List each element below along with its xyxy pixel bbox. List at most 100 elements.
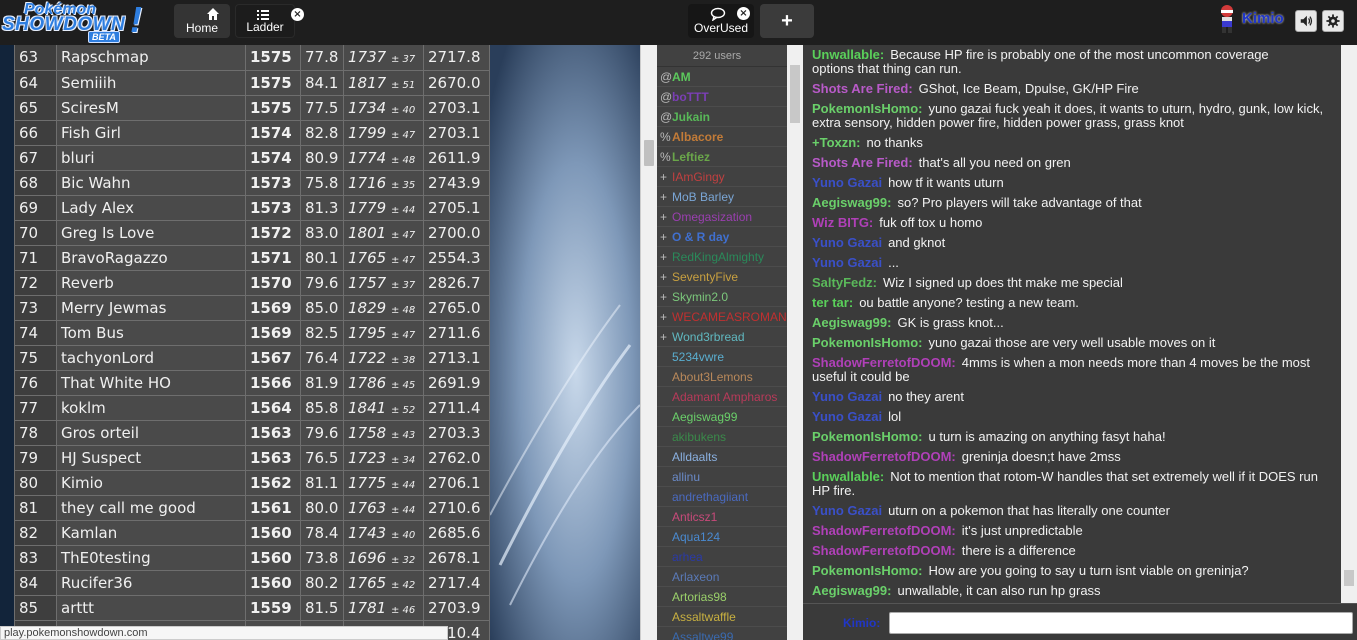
chat-author[interactable]: Yuno Gazai — [812, 175, 882, 190]
tab-overused-room[interactable]: × OverUsed — [688, 4, 754, 38]
user-list-item[interactable]: @Jukain — [657, 107, 787, 127]
user-list-item[interactable]: + O & R day — [657, 227, 787, 247]
glicko-cell: 1799 ± 47 — [343, 119, 424, 146]
user-list-item[interactable]: @boTTT — [657, 87, 787, 107]
user-list-item[interactable]: Assaltwe99 — [657, 627, 787, 640]
chat-author[interactable]: ShadowFerretofDOOM: — [812, 543, 956, 558]
chat-author[interactable]: ShadowFerretofDOOM: — [812, 355, 956, 370]
user-list-item[interactable]: andrethagiiant — [657, 487, 787, 507]
player-name[interactable]: Merry Jewmas — [56, 294, 246, 321]
scroll-thumb[interactable] — [644, 140, 654, 166]
user-list-item[interactable]: arhea — [657, 547, 787, 567]
player-name[interactable]: HJ Suspect — [56, 444, 246, 471]
player-name[interactable]: That White HO — [56, 369, 246, 396]
user-list-item[interactable]: + Skymin2.0 — [657, 287, 787, 307]
chat-author[interactable]: Shots Are Fired: — [812, 81, 913, 96]
user-list-item[interactable]: Aqua124 — [657, 527, 787, 547]
chat-author[interactable]: Yuno Gazai — [812, 255, 882, 270]
chat-scrollbar[interactable] — [1341, 45, 1357, 603]
close-icon[interactable]: × — [737, 7, 750, 20]
chat-input[interactable] — [889, 612, 1353, 634]
scroll-thumb[interactable] — [1344, 570, 1354, 586]
player-name[interactable]: Lady Alex — [56, 194, 246, 221]
chat-author[interactable]: ShadowFerretofDOOM: — [812, 523, 956, 538]
chat-author[interactable]: Yuno Gazai — [812, 389, 882, 404]
chat-author[interactable]: PokemonIsHomo: — [812, 429, 923, 444]
user-list-item[interactable]: %Leftiez — [657, 147, 787, 167]
player-name[interactable]: Greg Is Love — [56, 219, 246, 246]
user-list-item[interactable]: allinu — [657, 467, 787, 487]
chat-author[interactable]: Wiz BITG: — [812, 215, 873, 230]
user-list-item[interactable]: akibukens — [657, 427, 787, 447]
user-list-item[interactable]: + MoB Barley — [657, 187, 787, 207]
user-list-item[interactable]: Alldaalts — [657, 447, 787, 467]
new-tab-button[interactable]: + — [760, 4, 814, 38]
player-name[interactable]: BravoRagazzo — [56, 244, 246, 271]
user-list-item[interactable]: @AM — [657, 67, 787, 87]
player-name[interactable]: SciresM — [56, 94, 246, 121]
chat-author[interactable]: ShadowFerretofDOOM: — [812, 449, 956, 464]
user-list-item[interactable]: + SeventyFive — [657, 267, 787, 287]
user-list-item[interactable]: + Wond3rbread — [657, 327, 787, 347]
tab-ladder[interactable]: × Ladder — [235, 4, 304, 38]
chat-author[interactable]: Yuno Gazai — [812, 409, 882, 424]
user-list-item[interactable]: Adamant Ampharos — [657, 387, 787, 407]
player-name[interactable]: Fish Girl — [56, 119, 246, 146]
user-list-item[interactable]: 5234vwre — [657, 347, 787, 367]
player-name[interactable]: bluri — [56, 144, 246, 171]
user-list-item[interactable]: About3Lemons — [657, 367, 787, 387]
sound-button[interactable] — [1295, 10, 1317, 32]
user-list-item[interactable]: + Omegasization — [657, 207, 787, 227]
chat-author[interactable]: ter tar: — [812, 295, 853, 310]
settings-button[interactable] — [1322, 10, 1344, 32]
pokemon-showdown-logo[interactable]: Pokémon SHOWDOWN BETA ! — [2, 0, 144, 43]
player-name[interactable]: arttt — [56, 594, 246, 621]
chat-author[interactable]: Unwallable: — [812, 469, 884, 484]
player-name[interactable]: Reverb — [56, 269, 246, 296]
tab-home[interactable]: Home — [174, 4, 230, 38]
userlist-scrollbar[interactable] — [787, 45, 803, 640]
player-name[interactable]: Gros orteil — [56, 419, 246, 446]
chat-text: it's just unpredictable — [961, 523, 1083, 538]
player-name[interactable]: Tom Bus — [56, 319, 246, 346]
user-list-item[interactable]: Aegiswag99 — [657, 407, 787, 427]
player-name[interactable]: ThE0testing — [56, 544, 246, 571]
user-list-item[interactable]: + IAmGingy — [657, 167, 787, 187]
rank-cell: 84 — [14, 569, 57, 596]
ladder-scrollbar[interactable] — [640, 45, 657, 640]
chat-author[interactable]: Aegiswag99: — [812, 315, 891, 330]
user-list-item[interactable]: + WECAMEASROMANS — [657, 307, 787, 327]
chat-author[interactable]: +Toxzn: — [812, 135, 861, 150]
player-name[interactable]: Kimio — [56, 469, 246, 496]
player-name[interactable]: tachyonLord — [56, 344, 246, 371]
player-name[interactable]: Semiiih — [56, 69, 246, 96]
chat-author[interactable]: Aegiswag99: — [812, 583, 891, 598]
user-list-item[interactable]: %Albacore — [657, 127, 787, 147]
user-list-item[interactable]: Arlaxeon — [657, 567, 787, 587]
player-name[interactable]: Kamlan — [56, 519, 246, 546]
player-name[interactable]: Rucifer36 — [56, 569, 246, 596]
player-name[interactable]: koklm — [56, 394, 246, 421]
user-list-item[interactable]: + RedKingAlmighty — [657, 247, 787, 267]
user-list-item[interactable]: Artorias98 — [657, 587, 787, 607]
chat-author[interactable]: SaltyFedz: — [812, 275, 877, 290]
chat-author[interactable]: Aegiswag99: — [812, 195, 891, 210]
player-name[interactable]: Rapschmap — [56, 45, 246, 71]
player-name[interactable]: they call me good — [56, 494, 246, 521]
scroll-thumb[interactable] — [790, 65, 800, 123]
ladder-row: 82 Kamlan 1560 78.4 1743 ± 40 2685.6 — [14, 519, 490, 546]
user-list-item[interactable]: Anticsz1 — [657, 507, 787, 527]
player-name[interactable]: Bic Wahn — [56, 169, 246, 196]
chat-author[interactable]: PokemonIsHomo: — [812, 563, 923, 578]
user-list-item[interactable]: Assaltwaffle — [657, 607, 787, 627]
chat-author[interactable]: Unwallable: — [812, 47, 884, 62]
chat-author[interactable]: Shots Are Fired: — [812, 155, 913, 170]
chat-author[interactable]: PokemonIsHomo: — [812, 335, 923, 350]
chat-author[interactable]: PokemonIsHomo: — [812, 101, 923, 116]
chat-author[interactable]: Yuno Gazai — [812, 503, 882, 518]
coil-cell: 2611.9 — [423, 144, 490, 171]
rank-cell: 79 — [14, 444, 57, 471]
rank-cell: 63 — [14, 45, 57, 71]
chat-author[interactable]: Yuno Gazai — [812, 235, 882, 250]
username[interactable]: Kimio — [1242, 10, 1284, 27]
